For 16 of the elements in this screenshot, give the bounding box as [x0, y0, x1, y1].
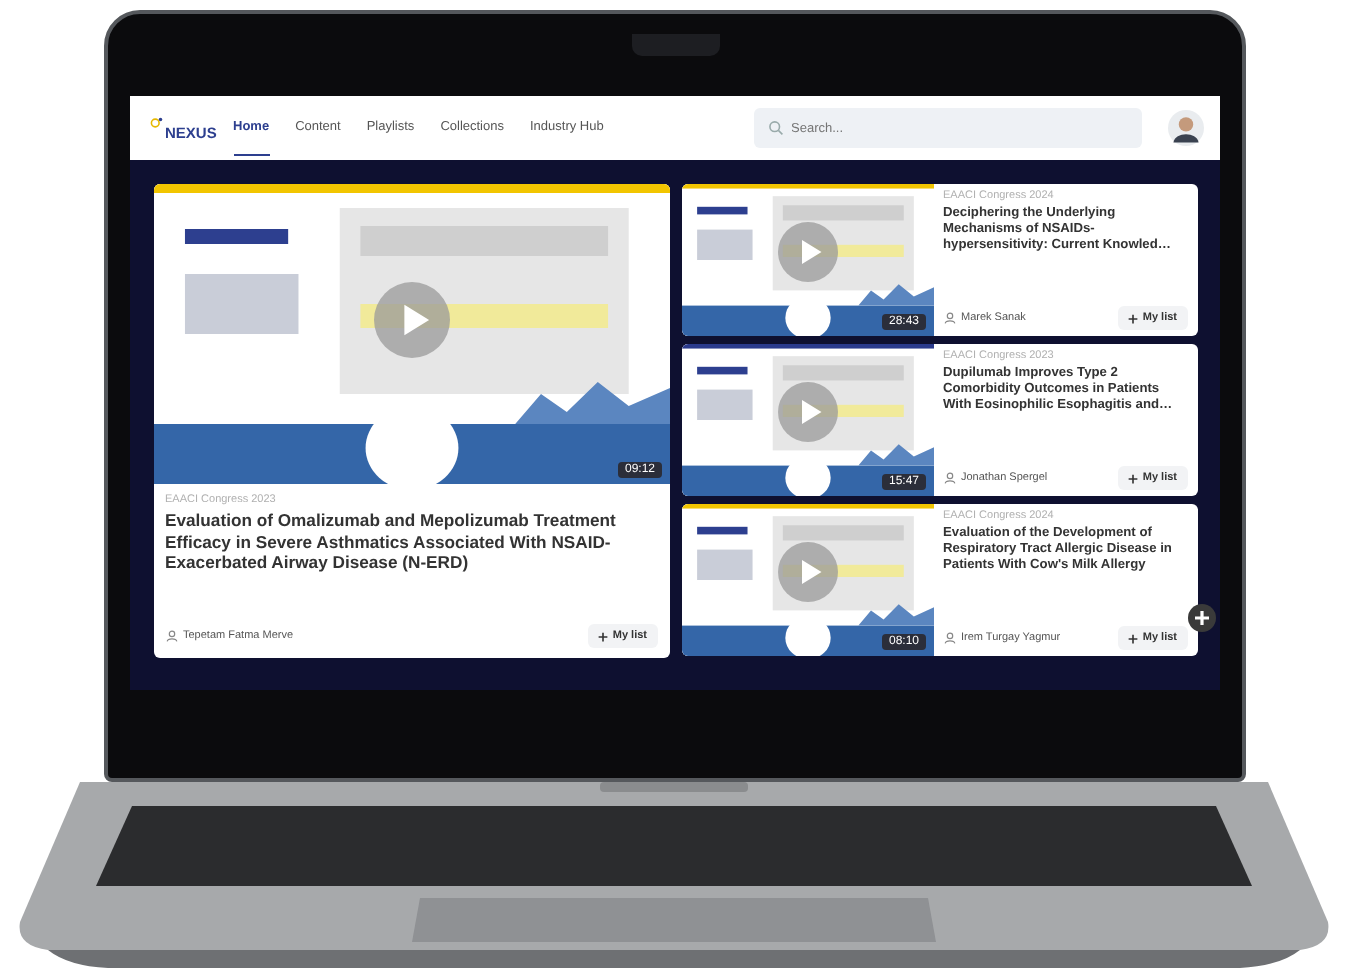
- play-button[interactable]: [777, 382, 837, 443]
- user-icon: [943, 632, 955, 644]
- user-icon: [943, 472, 955, 484]
- play-button[interactable]: [777, 542, 837, 603]
- logo-icon: [149, 115, 163, 129]
- plus-icon: [598, 631, 609, 641]
- avatar[interactable]: [1167, 110, 1203, 146]
- plus-icon: [1128, 633, 1139, 643]
- plus-icon: [1128, 313, 1139, 323]
- user-icon: [943, 312, 955, 324]
- play-button[interactable]: [777, 222, 837, 283]
- plus-icon: [1128, 473, 1139, 483]
- video-title: Evaluation of Omalizumab and Mepolizumab Treatment Efficacy in Severe Asthmatics Associated With NSAID-Exacerbated Airway Disease (N-ERD): [165, 510, 618, 575]
- play-button[interactable]: [373, 281, 449, 357]
- add-button[interactable]: [1187, 604, 1215, 632]
- user-icon: [165, 630, 177, 642]
